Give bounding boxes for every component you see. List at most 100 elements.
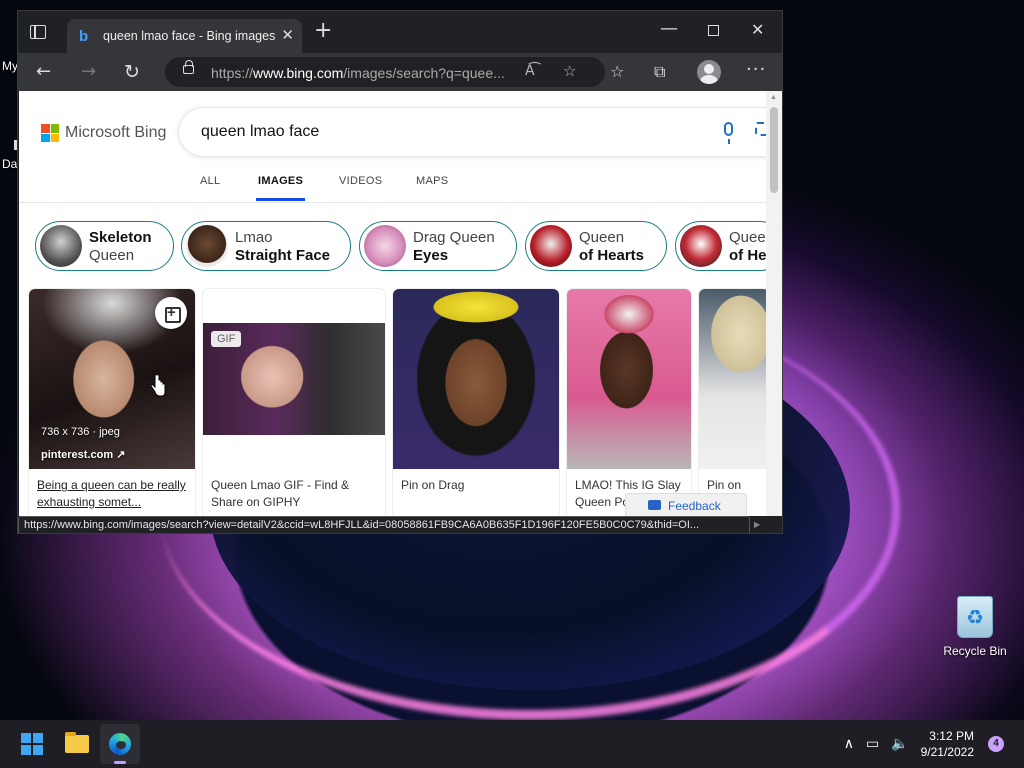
edge-taskbar-button[interactable]: [100, 724, 140, 764]
chip-lmao-straight-face[interactable]: Lmao Straight Face: [181, 221, 351, 271]
status-url: https://www.bing.com/images/search?view=…: [24, 519, 700, 531]
search-query[interactable]: queen lmao face: [201, 123, 319, 141]
chip-skeleton-queen[interactable]: Skeleton Queen: [35, 221, 174, 271]
chip-label-line2: Eyes: [413, 247, 449, 264]
bing-logo[interactable]: Microsoft Bing: [41, 124, 166, 142]
add-to-collection-icon[interactable]: [155, 297, 187, 329]
chip-label-line1: Quee: [729, 229, 766, 246]
image-results-grid: 736 x 736 · jpeg pinterest.com ↗ Being a…: [19, 289, 766, 516]
result-card[interactable]: GIF Queen Lmao GIF - Find & Share on GIP…: [203, 289, 385, 516]
reload-icon[interactable]: ↻: [124, 61, 140, 83]
page-scrollbar[interactable]: ▲: [766, 91, 782, 516]
link-status-bar: https://www.bing.com/images/search?view=…: [18, 516, 750, 533]
chip-label-line1: Skeleton: [89, 229, 152, 246]
windows-logo-icon: [21, 733, 43, 755]
maximize-icon[interactable]: [708, 25, 719, 36]
feedback-label: Feedback: [668, 499, 721, 513]
address-url[interactable]: https://www.bing.com/images/search?q=que…: [211, 65, 505, 81]
taskbar: ∧ ▭ 🔈 3:12 PM 9/21/2022 4: [0, 720, 1024, 768]
chip-queen-of-hearts-2[interactable]: Quee of He: [675, 221, 766, 271]
search-input[interactable]: queen lmao face: [179, 108, 766, 156]
chip-label-line1: Drag Queen: [413, 229, 495, 246]
network-icon[interactable]: ▭: [866, 736, 879, 752]
chevron-up-icon[interactable]: ∧: [844, 736, 854, 752]
system-tray: ∧ ▭ 🔈 3:12 PM 9/21/2022 4: [844, 720, 1024, 768]
read-aloud-icon[interactable]: A͡: [525, 63, 535, 79]
feedback-button[interactable]: Feedback: [625, 493, 747, 516]
file-explorer-button[interactable]: [57, 724, 97, 764]
microphone-icon[interactable]: [724, 122, 733, 144]
tab-images[interactable]: IMAGES: [255, 175, 306, 201]
result-title[interactable]: Being a queen can be really exhausting s…: [37, 477, 189, 511]
tab-close-icon[interactable]: ✕: [281, 26, 294, 44]
volume-icon[interactable]: 🔈: [891, 736, 908, 752]
scroll-thumb[interactable]: [770, 107, 778, 193]
clock-time: 3:12 PM: [929, 729, 974, 743]
minimize-icon[interactable]: —: [660, 18, 678, 39]
related-searches-chips: Skeleton Queen Lmao Straight Face Drag Q…: [35, 221, 766, 273]
tab-actions-icon[interactable]: [30, 25, 46, 39]
tab-all[interactable]: ALL: [200, 175, 220, 187]
chip-drag-queen-eyes[interactable]: Drag Queen Eyes: [359, 221, 517, 271]
result-card[interactable]: 736 x 736 · jpeg pinterest.com ↗ Being a…: [29, 289, 195, 516]
new-tab-icon[interactable]: +: [314, 20, 332, 42]
scroll-up-icon[interactable]: ▲: [770, 94, 777, 101]
chip-label-line1: Lmao: [235, 229, 273, 246]
recycle-bin-label: Recycle Bin: [943, 644, 1007, 658]
result-card[interactable]: LMAO! This IG Slay Queen Po...: [567, 289, 691, 516]
chip-label-line2: Queen: [89, 247, 135, 264]
result-card[interactable]: Pin on DRA: [699, 289, 766, 516]
chip-label-line2: Straight Face: [235, 247, 331, 264]
chip-thumbnail: [186, 225, 228, 267]
hand-cursor-icon: [150, 375, 166, 397]
recycle-bin[interactable]: Recycle Bin: [940, 596, 1010, 658]
add-favorite-icon[interactable]: ☆: [563, 62, 576, 80]
tab-maps[interactable]: MAPS: [416, 175, 448, 187]
search-nav-tabs: ALL IMAGES VIDEOS MAPS: [19, 167, 766, 203]
browser-window: b queen lmao face - Bing images ✕ + — ✕ …: [17, 10, 783, 534]
desktop-icon-label-mid[interactable]: Da: [2, 157, 17, 171]
result-image[interactable]: [393, 289, 559, 469]
result-title[interactable]: Queen Lmao GIF - Find & Share on GIPHY: [211, 477, 379, 511]
profile-avatar-icon[interactable]: [697, 60, 721, 84]
visual-search-icon[interactable]: [755, 122, 766, 136]
forward-arrow-icon[interactable]: →: [81, 61, 96, 82]
chip-queen-of-hearts[interactable]: Queen of Hearts: [525, 221, 667, 271]
favorites-icon[interactable]: ☆: [610, 62, 624, 81]
browser-titlebar: b queen lmao face - Bing images ✕ + — ✕: [18, 11, 782, 53]
chip-label-line2: of Hearts: [579, 247, 645, 264]
result-title[interactable]: Pin on Drag: [401, 477, 553, 494]
back-arrow-icon[interactable]: ←: [36, 61, 51, 82]
more-menu-icon[interactable]: ···: [746, 59, 766, 80]
clock[interactable]: 3:12 PM 9/21/2022: [921, 728, 974, 760]
result-card[interactable]: Pin on Drag: [393, 289, 559, 516]
collections-icon[interactable]: ⧉: [654, 62, 665, 82]
chip-thumbnail: [40, 225, 82, 267]
clock-date: 9/21/2022: [920, 745, 974, 759]
chip-label-line1: Queen: [579, 229, 625, 246]
result-image[interactable]: [699, 289, 766, 469]
desktop-icon-label-top[interactable]: My: [2, 59, 18, 73]
result-image[interactable]: [567, 289, 691, 469]
image-dimensions: 736 x 736 · jpeg: [41, 426, 120, 438]
edge-icon: [109, 733, 131, 755]
recycle-bin-icon: [957, 596, 993, 638]
close-window-icon[interactable]: ✕: [751, 20, 764, 39]
bing-favicon-icon: b: [79, 28, 89, 45]
start-button[interactable]: [12, 724, 52, 764]
notification-badge[interactable]: 4: [988, 736, 1004, 752]
gif-badge: GIF: [211, 331, 242, 347]
chip-thumbnail: [680, 225, 722, 267]
feedback-icon: [648, 500, 661, 510]
lock-icon[interactable]: [183, 60, 194, 74]
scroll-right-icon[interactable]: ▶: [754, 520, 760, 529]
image-source[interactable]: pinterest.com ↗: [41, 448, 125, 461]
address-bar[interactable]: https://www.bing.com/images/search?q=que…: [165, 57, 605, 87]
tab-videos[interactable]: VIDEOS: [339, 175, 382, 187]
tab-bing-images[interactable]: b queen lmao face - Bing images ✕: [67, 19, 302, 53]
tab-title: queen lmao face - Bing images: [103, 29, 276, 43]
bing-brand-text: Microsoft Bing: [65, 124, 167, 141]
bing-page: Microsoft Bing queen lmao face ALL IMAGE…: [19, 91, 766, 516]
folder-icon: [65, 732, 89, 753]
active-indicator: [114, 761, 126, 764]
